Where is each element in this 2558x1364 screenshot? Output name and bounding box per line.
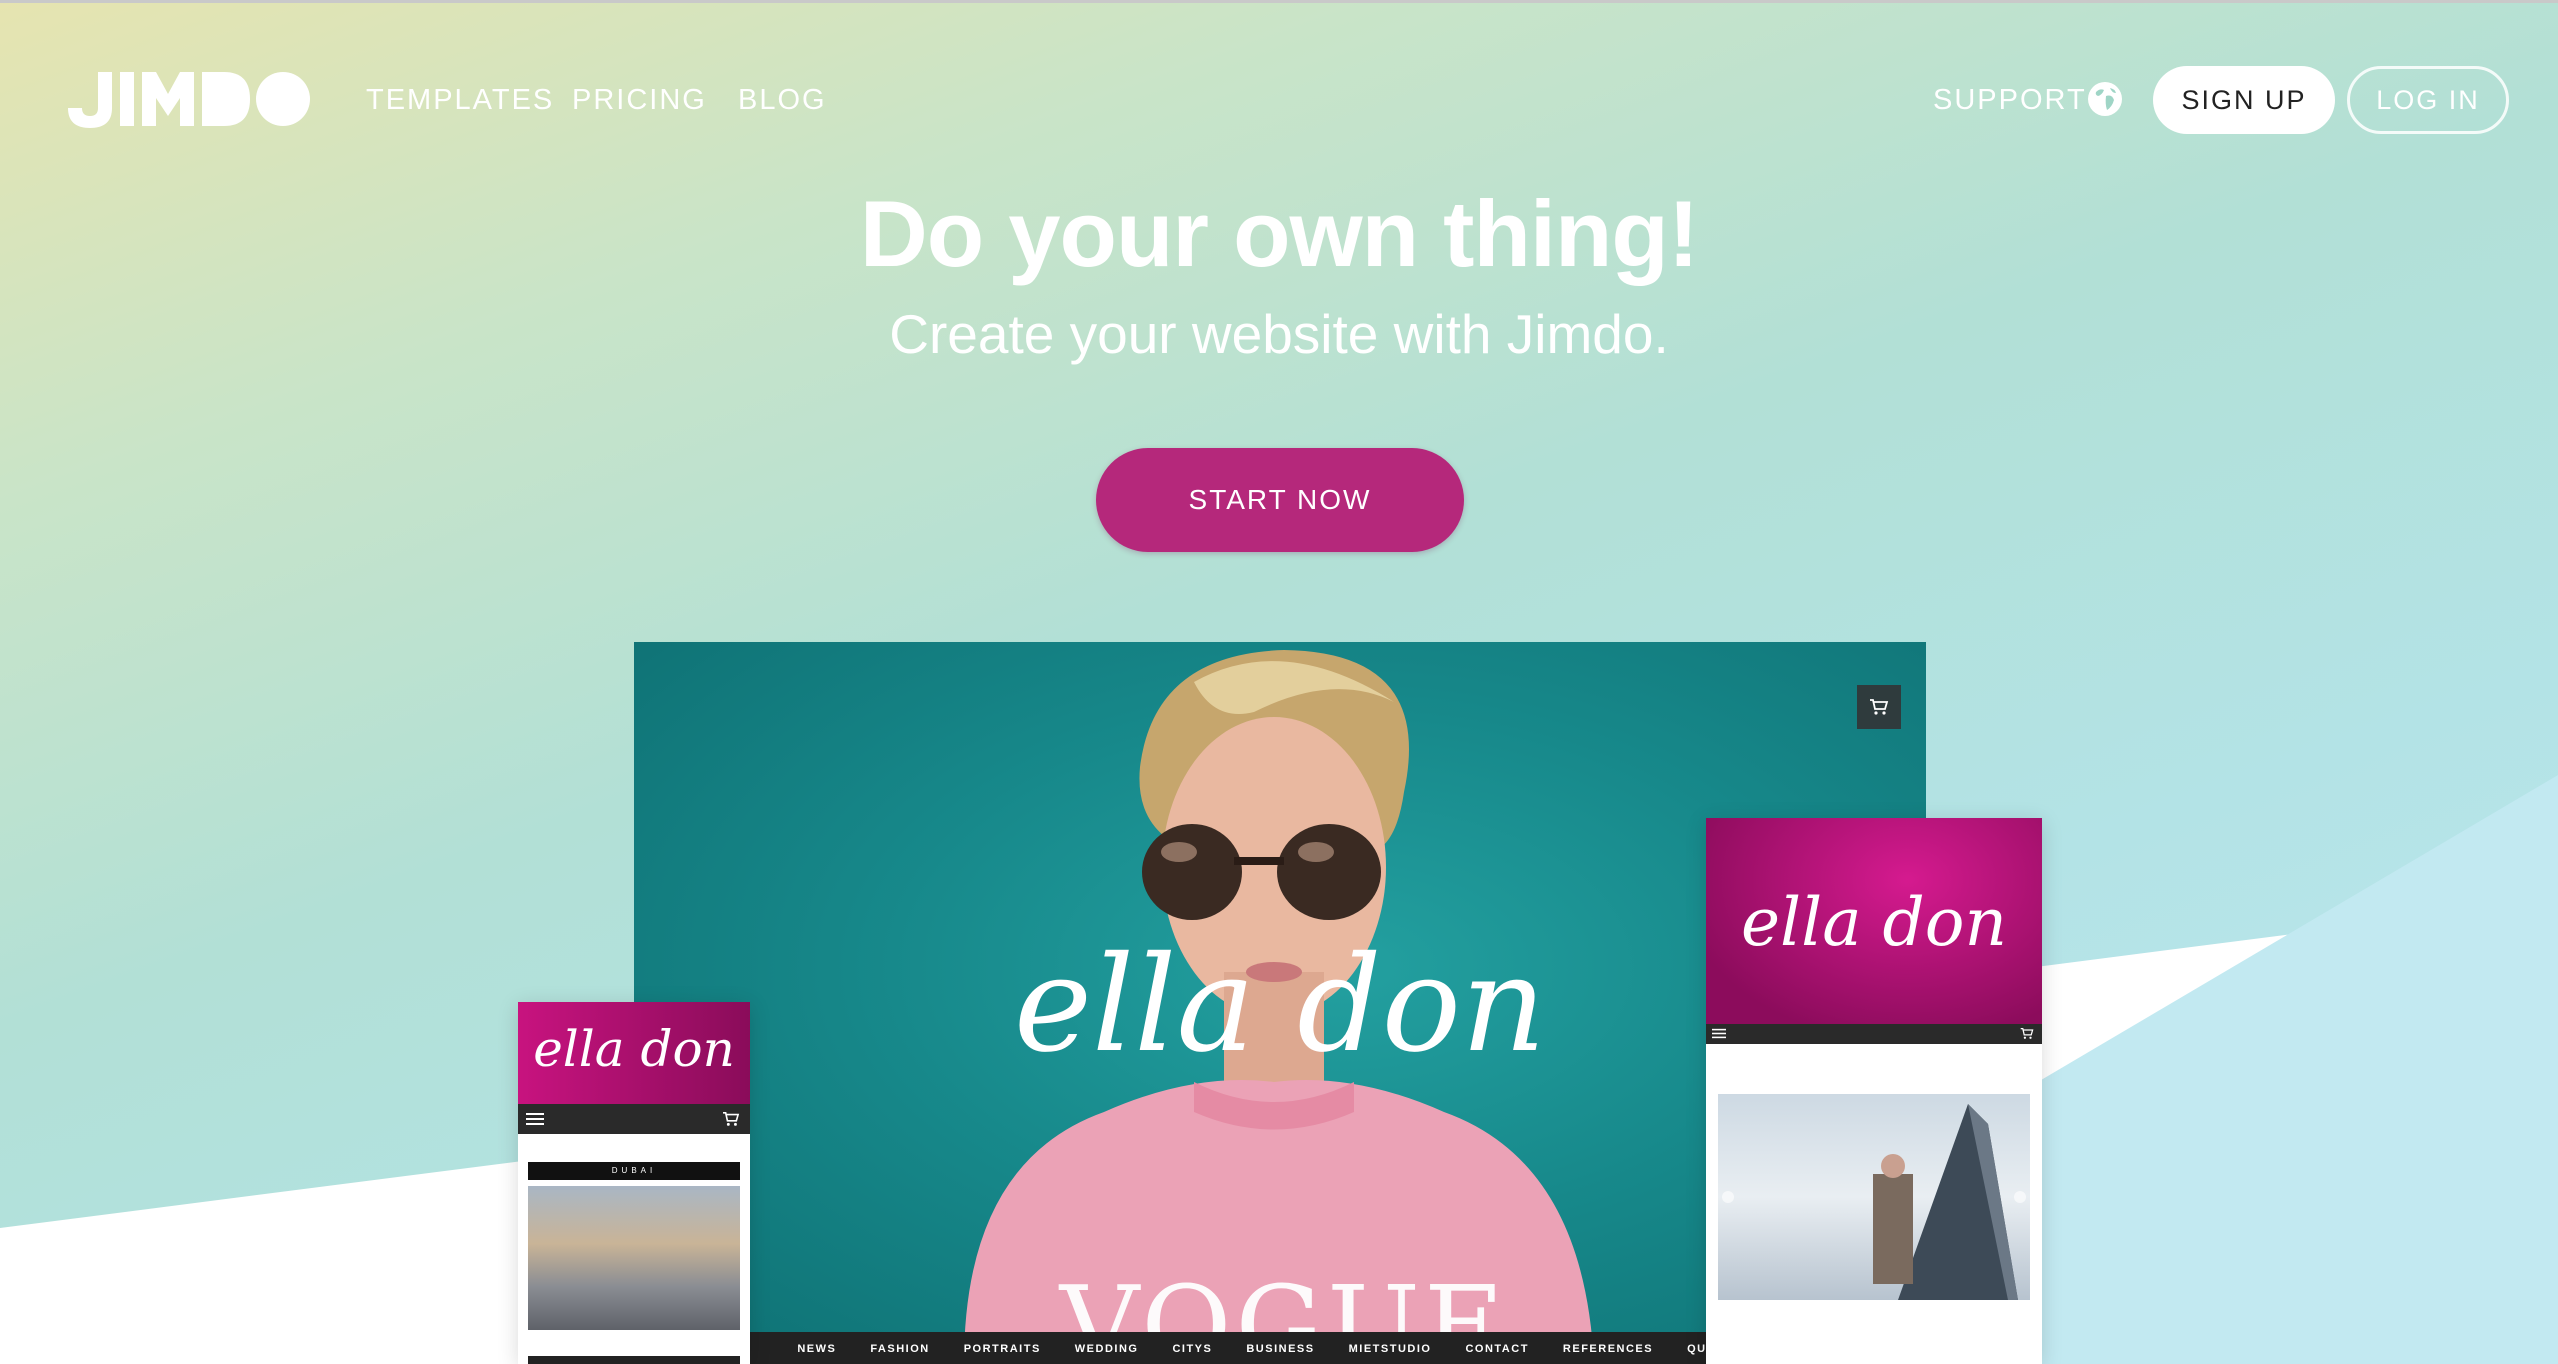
cart-icon[interactable] [722, 1111, 740, 1127]
hero-title: Do your own thing! [859, 181, 1699, 286]
mobile-template-preview: ella don DUBAI [518, 1002, 750, 1364]
mockup-menu-item[interactable]: NEWS [797, 1343, 836, 1355]
building-photo [1722, 1104, 2026, 1300]
phone-script-title: ella don [533, 1020, 735, 1078]
nav-pricing[interactable]: PRICING [572, 84, 707, 117]
phone-nav-bar [518, 1104, 750, 1134]
tablet-script-title: ella don [1740, 884, 2008, 961]
log-in-button[interactable]: LOG IN [2347, 66, 2509, 134]
start-now-button[interactable]: START NOW [1096, 448, 1464, 552]
slider-prev-icon [1722, 1191, 1734, 1203]
mockup-menu-item[interactable]: PORTRAITS [964, 1343, 1041, 1355]
hero-subtitle: Create your website with Jimdo. [889, 303, 1669, 365]
tablet-gallery-image [1718, 1094, 2030, 1300]
phone-gallery-image [528, 1186, 740, 1330]
sign-up-button[interactable]: SIGN UP [2153, 66, 2335, 134]
globe-icon[interactable] [2086, 80, 2124, 118]
cart-icon[interactable] [1857, 685, 1901, 729]
mockup-menu-item[interactable]: FASHION [870, 1343, 929, 1355]
mockup-menu-item[interactable]: MIETSTUDIO [1349, 1343, 1432, 1355]
mockup-menu-item[interactable]: CITYS [1172, 1343, 1212, 1355]
tablet-nav-bar [1706, 1024, 2042, 1044]
cart-icon[interactable] [2020, 1027, 2034, 1040]
phone-bottom-bar [528, 1356, 740, 1364]
jimdo-logo[interactable] [68, 70, 312, 128]
nav-templates[interactable]: TEMPLATES [366, 84, 554, 117]
hamburger-icon[interactable] [1712, 1028, 1726, 1039]
mockup-menu-item[interactable]: BUSINESS [1246, 1343, 1314, 1355]
mockup-menu-item[interactable]: CONTACT [1465, 1343, 1528, 1355]
mockup-menu-item[interactable]: WEDDING [1075, 1343, 1139, 1355]
mockup-menu-item[interactable]: REFERENCES [1563, 1343, 1653, 1355]
nav-support[interactable]: SUPPORT [1933, 84, 2087, 117]
tablet-template-preview: ella don [1706, 818, 2042, 1364]
slider-next-icon [2014, 1191, 2026, 1203]
phone-gallery-label: DUBAI [528, 1162, 740, 1180]
nav-blog[interactable]: BLOG [738, 84, 827, 117]
hamburger-icon[interactable] [526, 1112, 544, 1126]
site-header: TEMPLATES PRICING BLOG SUPPORT SIGN UP L… [0, 60, 2558, 140]
